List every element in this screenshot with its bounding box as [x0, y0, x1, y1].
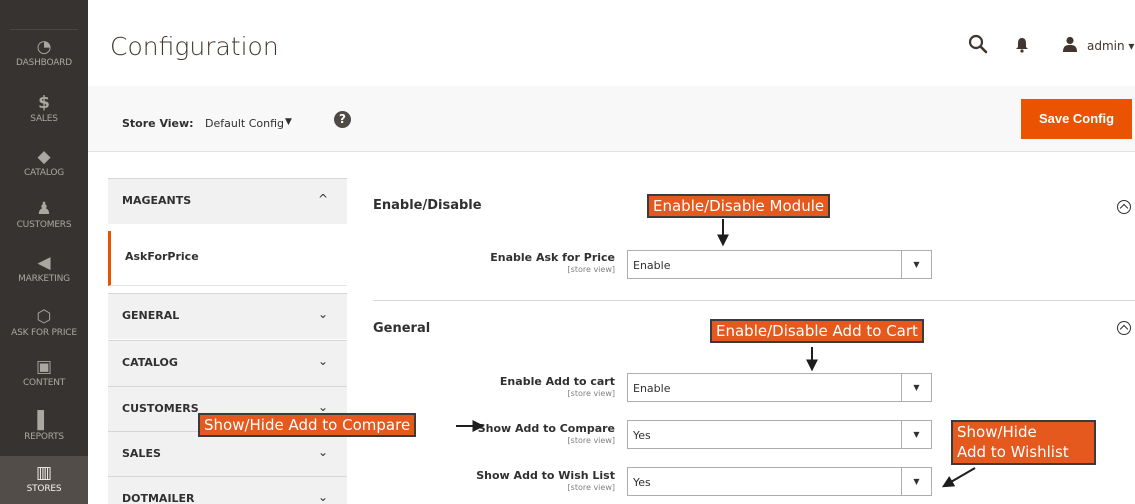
callout-add-to-wishlist: Show/Hide Add to Wishlist [951, 420, 1096, 465]
callout-enable-module: Enable/Disable Module [647, 194, 831, 218]
callout-enable-add-to-cart: Enable/Disable Add to Cart [710, 319, 924, 343]
callout-add-to-compare: Show/Hide Add to Compare [198, 413, 417, 437]
callout-line: Show/Hide [957, 423, 1037, 441]
arrow-add-to-wishlist [941, 467, 976, 488]
callout-line: Add to Wishlist [957, 443, 1069, 461]
